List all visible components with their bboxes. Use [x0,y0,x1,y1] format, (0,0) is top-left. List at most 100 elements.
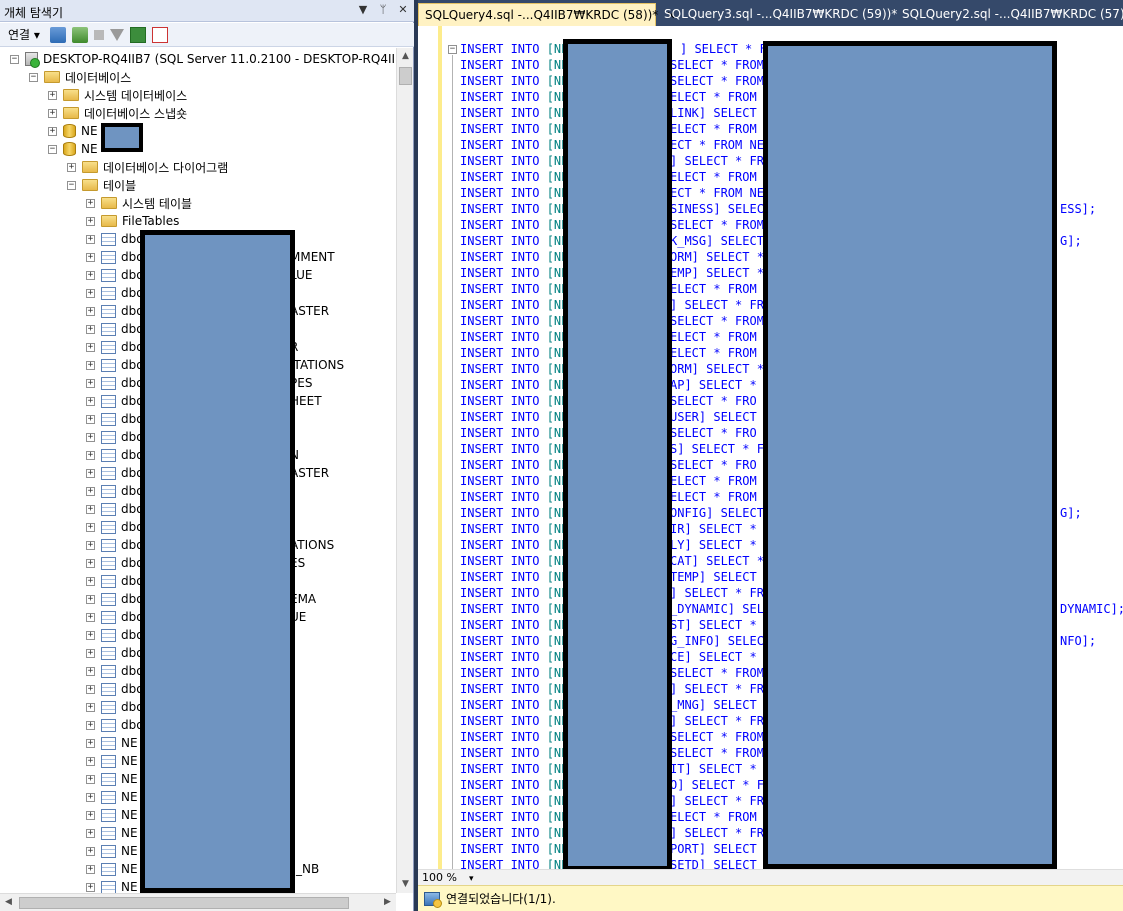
tree-node[interactable]: + dbo [86,266,144,284]
expand-icon[interactable]: + [86,414,95,424]
tree-node[interactable]: + dbo [86,248,144,266]
expand-icon[interactable]: + [48,90,57,100]
expand-icon[interactable]: + [86,486,95,496]
tree-node[interactable]: + dbo [86,320,144,338]
expand-icon[interactable]: + [86,792,95,802]
expand-icon[interactable]: + [86,666,95,676]
expand-icon[interactable]: + [86,504,95,514]
expand-icon[interactable]: + [86,702,95,712]
tree-node[interactable]: + NE [86,734,138,752]
window-position-dropdown-icon[interactable]: ▼ [356,2,370,18]
tree-node[interactable]: + dbo [86,356,144,374]
expand-icon[interactable]: + [86,234,95,244]
tree-node[interactable]: + dbo [86,554,144,572]
tree-node[interactable]: − 테이블 [67,176,136,194]
expand-icon[interactable]: + [86,630,95,640]
expand-icon[interactable]: + [86,216,95,226]
expand-icon[interactable]: + [67,162,76,172]
expand-icon[interactable]: + [86,594,95,604]
tree-node[interactable]: + dbo [86,302,144,320]
expand-icon[interactable]: + [86,558,95,568]
tree-node[interactable]: + NE [86,752,138,770]
tab-sqlquery2[interactable]: SQLQuery2.sql -...Q4IIB7₩KRDC (57))* [896,3,1123,26]
tree-node[interactable]: + dbo [86,518,144,536]
expand-icon[interactable]: + [48,126,57,136]
scroll-thumb-horizontal[interactable] [19,897,349,909]
tree-node[interactable]: + dbo [86,698,144,716]
expand-icon[interactable]: + [86,576,95,586]
tree-horizontal-scrollbar[interactable]: ◀ ▶ [0,893,396,911]
tree-vertical-scrollbar[interactable]: ▲ ▼ [396,48,413,893]
collapse-icon[interactable]: − [67,180,76,190]
tree-node[interactable]: + dbo [86,644,144,662]
tree-node[interactable]: + NE [86,788,138,806]
tree-node[interactable]: + dbo [86,230,144,248]
scroll-down-arrow-icon[interactable]: ▼ [397,876,414,893]
expand-icon[interactable]: + [86,828,95,838]
scroll-thumb[interactable] [399,67,412,85]
tree-node[interactable]: − NE [48,140,98,158]
tree-node[interactable]: + FileTables [86,212,179,230]
expand-icon[interactable]: + [86,270,95,280]
tree-node[interactable]: + NE [86,806,138,824]
expand-icon[interactable]: + [86,882,95,892]
tree-node[interactable]: + dbo [86,374,144,392]
expand-icon[interactable]: + [86,198,95,208]
expand-icon[interactable]: + [86,468,95,478]
collapse-region-icon[interactable]: − [448,45,457,54]
tree-node[interactable]: + NE [86,824,138,842]
delete-icon[interactable] [151,26,168,43]
tree-node[interactable]: + 시스템 데이터베이스 [48,86,187,104]
tree-node[interactable]: + dbo [86,662,144,680]
expand-icon[interactable]: + [86,378,95,388]
tree-node[interactable]: + dbo [86,590,144,608]
expand-icon[interactable]: + [86,324,95,334]
refresh-icon[interactable] [129,26,146,43]
tree-node[interactable]: + dbo [86,680,144,698]
expand-icon[interactable]: + [86,252,95,262]
tree-node[interactable]: + 데이터베이스 다이어그램 [67,158,228,176]
expand-icon[interactable]: + [86,360,95,370]
expand-icon[interactable]: + [86,864,95,874]
tree-node[interactable]: + dbo [86,284,144,302]
collapse-icon[interactable]: − [10,54,19,64]
expand-icon[interactable]: + [86,720,95,730]
tree-node[interactable]: + dbo [86,536,144,554]
collapse-icon[interactable]: − [29,72,38,82]
expand-icon[interactable]: + [86,612,95,622]
pin-icon[interactable]: ᛘ [376,2,390,18]
tree-node[interactable]: − 데이터베이스 [29,68,131,86]
tree-node[interactable]: + dbo [86,608,144,626]
zoom-dropdown[interactable]: 100 % ▾ [422,871,473,884]
collapse-icon[interactable]: − [48,144,57,154]
tree-node[interactable]: + dbo [86,716,144,734]
expand-icon[interactable]: + [86,342,95,352]
tree-node[interactable]: + dbo [86,410,144,428]
expand-icon[interactable]: + [86,288,95,298]
expand-icon[interactable]: + [86,450,95,460]
tree-node[interactable]: + dbo [86,428,144,446]
tree-node[interactable]: + NE [86,842,138,860]
filter-icon[interactable] [109,28,124,41]
scroll-up-arrow-icon[interactable]: ▲ [397,48,414,65]
expand-icon[interactable]: + [86,774,95,784]
tree-node[interactable]: + dbo [86,572,144,590]
expand-icon[interactable]: + [86,396,95,406]
scroll-right-arrow-icon[interactable]: ▶ [379,894,396,911]
expand-icon[interactable]: + [86,756,95,766]
disconnect-icon[interactable] [71,26,88,43]
code-editor[interactable]: − INSERT INTO [NE] SELECT * FR INSERT INT… [418,26,1123,869]
expand-icon[interactable]: + [86,738,95,748]
tree-node[interactable]: + dbo [86,626,144,644]
tree-node[interactable]: + dbo [86,500,144,518]
tab-sqlquery4[interactable]: SQLQuery4.sql -...Q4IIB7₩KRDC (58))* ✕ [418,3,676,26]
chevron-down-icon[interactable]: ▾ [469,874,474,884]
connect-object-explorer-icon[interactable] [49,26,66,43]
close-icon[interactable]: ✕ [396,2,410,18]
tree-node[interactable]: + dbo [86,446,144,464]
expand-icon[interactable]: + [86,522,95,532]
expand-icon[interactable]: + [86,846,95,856]
expand-icon[interactable]: + [86,540,95,550]
expand-icon[interactable]: + [48,108,57,118]
stop-icon[interactable] [93,29,104,40]
